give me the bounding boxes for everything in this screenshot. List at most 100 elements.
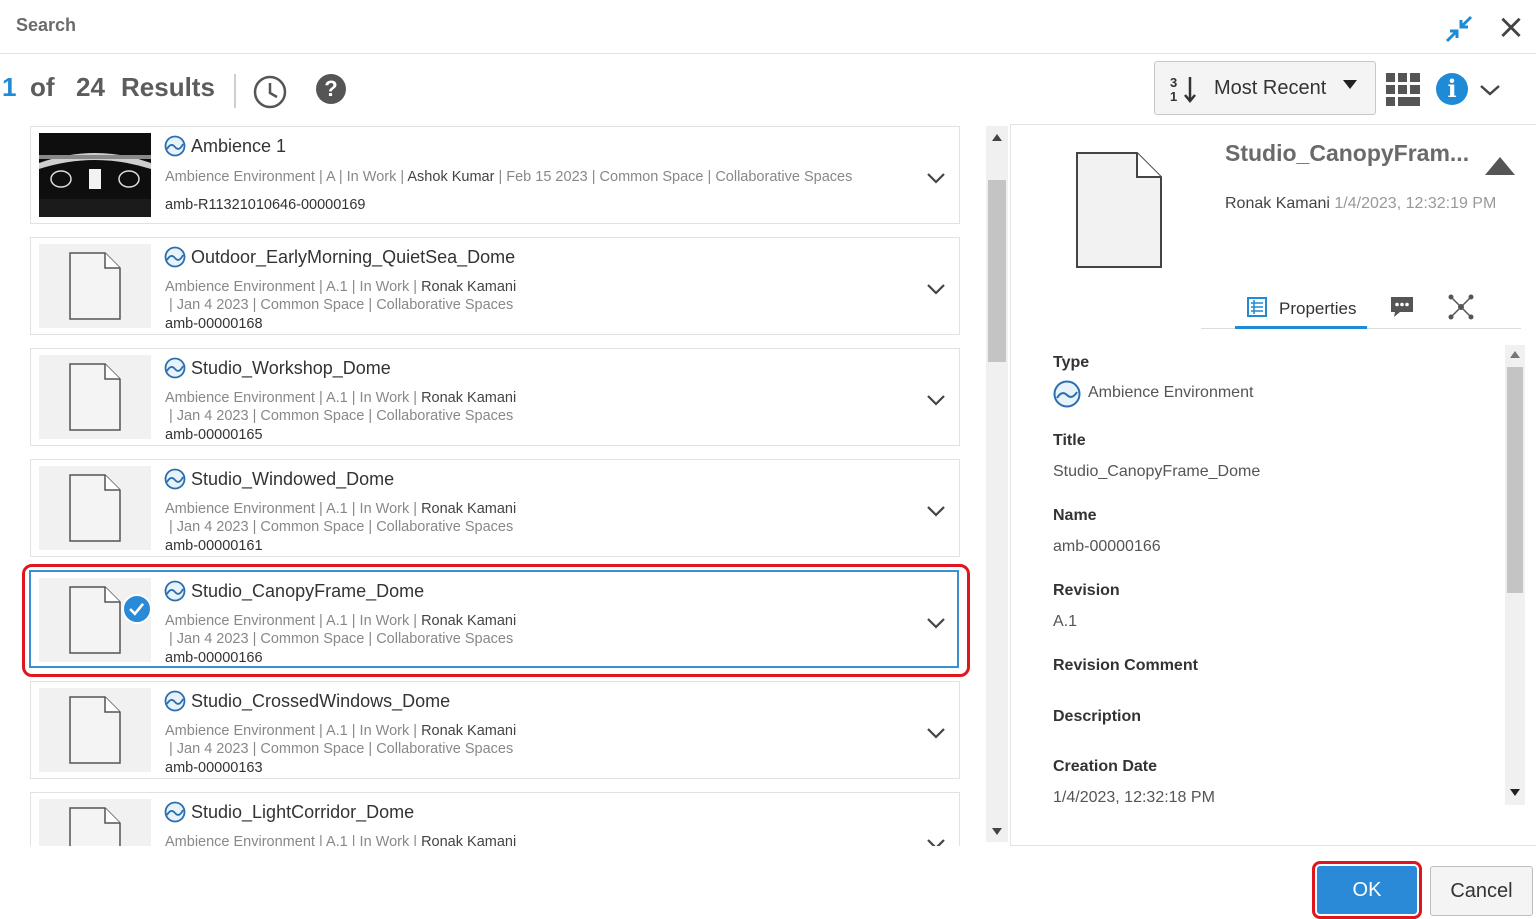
tab-properties[interactable]: Properties	[1235, 289, 1367, 329]
result-thumbnail[interactable]	[39, 244, 151, 328]
dialog-title: Search	[16, 15, 77, 35]
details-title: Studio_CanopyFram...	[1225, 140, 1470, 166]
document-icon	[69, 363, 121, 431]
prop-creation-date-label: Creation Date	[1053, 758, 1158, 775]
result-card[interactable]: Studio_CrossedWindows_Dome Ambience Envir…	[30, 681, 960, 779]
details-owner-line: Ronak Kamani 1/4/2023, 12:32:19 PM	[1225, 195, 1496, 213]
result-card[interactable]: Outdoor_EarlyMorning_QuietSea_Dome Ambien…	[30, 237, 960, 335]
properties-icon	[1247, 297, 1267, 317]
chevron-down-icon[interactable]	[925, 722, 947, 744]
prop-title-value: Studio_CanopyFrame_Dome	[1053, 463, 1261, 480]
result-meta-secondary: | Jan 4 2023 | Common Space | Collaborat…	[169, 297, 514, 313]
chevron-down-icon[interactable]	[1478, 78, 1502, 102]
collapse-arrows-icon[interactable]	[1444, 14, 1474, 44]
result-meta-secondary: | Jan 4 2023 | Common Space | Collaborat…	[169, 741, 514, 757]
result-thumbnail[interactable]	[39, 466, 151, 550]
chevron-down-icon[interactable]	[925, 167, 947, 189]
selection-highlight	[22, 564, 970, 677]
details-scrollbar[interactable]	[1505, 345, 1525, 805]
prop-type-value: Ambience Environment	[1088, 384, 1254, 401]
ok-highlight	[1312, 861, 1422, 919]
ambience-type-icon	[164, 246, 186, 268]
scroll-thumb[interactable]	[988, 180, 1006, 362]
relations-icon[interactable]	[1447, 293, 1475, 321]
result-card[interactable]: Studio_Windowed_Dome Ambience Environment…	[30, 459, 960, 557]
result-meta-secondary: | Jan 4 2023 | Common Space | Collaborat…	[169, 408, 514, 424]
details-tabs: Properties	[1201, 289, 1521, 329]
document-icon	[69, 252, 121, 320]
scroll-thumb[interactable]	[1507, 367, 1523, 593]
dialog-titlebar: Search ×	[0, 0, 1536, 54]
result-meta-secondary: | Jan 4 2023 | Common Space | Collaborat…	[169, 519, 514, 535]
svg-text:3: 3	[1170, 75, 1177, 90]
collapse-up-icon[interactable]	[1485, 157, 1515, 175]
prop-name-label: Name	[1053, 507, 1097, 524]
result-name[interactable]: Studio_Windowed_Dome	[191, 469, 394, 490]
results-current: 1	[2, 72, 17, 102]
result-id: amb-00000165	[165, 427, 263, 443]
result-meta: Ambience Environment | A.1 | In Work | R…	[165, 834, 517, 846]
scroll-up-icon[interactable]	[992, 134, 1002, 141]
result-card[interactable]: Studio_Workshop_Dome Ambience Environment…	[30, 348, 960, 446]
result-meta: Ambience Environment | A.1 | In Work | R…	[165, 279, 517, 295]
prop-creation-date-value: 1/4/2023, 12:32:18 PM	[1053, 789, 1215, 806]
result-name[interactable]: Studio_CrossedWindows_Dome	[191, 691, 450, 712]
document-icon	[69, 696, 121, 764]
result-thumbnail[interactable]	[39, 355, 151, 439]
result-id: amb-00000163	[165, 760, 263, 776]
tab-properties-label: Properties	[1279, 299, 1357, 318]
sort-icon: 3 1	[1170, 75, 1196, 104]
ambience-type-icon	[164, 690, 186, 712]
prop-title-label: Title	[1053, 432, 1086, 449]
chevron-down-icon	[1343, 80, 1357, 89]
info-icon[interactable]: i	[1436, 73, 1468, 105]
sort-label: Most Recent	[1214, 77, 1327, 99]
details-owner: Ronak Kamani	[1225, 195, 1330, 212]
ambience-type-icon	[164, 357, 186, 379]
prop-description-label: Description	[1053, 708, 1142, 725]
scroll-up-icon[interactable]	[1510, 351, 1520, 358]
results-of-label: of	[30, 72, 55, 102]
chevron-down-icon[interactable]	[925, 500, 947, 522]
close-icon[interactable]: ×	[1496, 10, 1526, 44]
chevron-down-icon[interactable]	[925, 833, 947, 846]
details-panel: Studio_CanopyFram... Ronak Kamani 1/4/20…	[1010, 124, 1536, 846]
result-meta: Ambience Environment | A.1 | In Work | R…	[165, 723, 517, 739]
result-meta: Ambience Environment | A.1 | In Work | R…	[165, 501, 517, 517]
chevron-down-icon[interactable]	[925, 278, 947, 300]
prop-revision-label: Revision	[1053, 582, 1120, 599]
result-id: amb-R11321010646-00000169	[165, 197, 366, 213]
result-meta: Ambience Environment | A | In Work | Ash…	[165, 169, 853, 185]
results-total: 24	[76, 72, 105, 102]
sort-dropdown[interactable]: 3 1 Most Recent	[1154, 61, 1376, 115]
result-thumbnail[interactable]	[39, 688, 151, 772]
help-icon[interactable]: ?	[316, 74, 346, 104]
document-icon	[1076, 152, 1162, 268]
ambience-type-icon	[164, 468, 186, 490]
prop-type-label: Type	[1053, 354, 1090, 371]
history-icon[interactable]	[252, 74, 288, 110]
cancel-button[interactable]: Cancel	[1430, 866, 1533, 916]
result-card[interactable]: Studio_LightCorridor_Dome Ambience Enviro…	[30, 792, 960, 846]
result-name[interactable]: Studio_Workshop_Dome	[191, 358, 391, 379]
chevron-down-icon[interactable]	[925, 389, 947, 411]
scroll-down-icon[interactable]	[1510, 789, 1520, 796]
grid-view-icon[interactable]	[1385, 72, 1421, 108]
prop-revision-comment-label: Revision Comment	[1053, 657, 1198, 674]
svg-text:1: 1	[1170, 89, 1177, 104]
result-name[interactable]: Studio_LightCorridor_Dome	[191, 802, 414, 823]
result-name[interactable]: Ambience 1	[191, 136, 286, 157]
prop-name-value: amb-00000166	[1053, 538, 1161, 555]
ambience-type-icon	[164, 801, 186, 823]
scroll-down-icon[interactable]	[992, 828, 1002, 835]
results-label: Results	[121, 72, 215, 102]
prop-revision-value: A.1	[1053, 613, 1078, 630]
results-scrollbar[interactable]	[986, 126, 1008, 842]
result-card[interactable]: Ambience 1 Ambience Environment | A | In …	[30, 126, 960, 224]
result-thumbnail[interactable]	[39, 133, 151, 217]
result-thumbnail[interactable]	[39, 799, 151, 846]
result-id: amb-00000161	[165, 538, 263, 554]
comments-icon[interactable]	[1389, 295, 1415, 319]
ambience-thumbnail-image	[39, 133, 151, 217]
result-name[interactable]: Outdoor_EarlyMorning_QuietSea_Dome	[191, 247, 515, 268]
